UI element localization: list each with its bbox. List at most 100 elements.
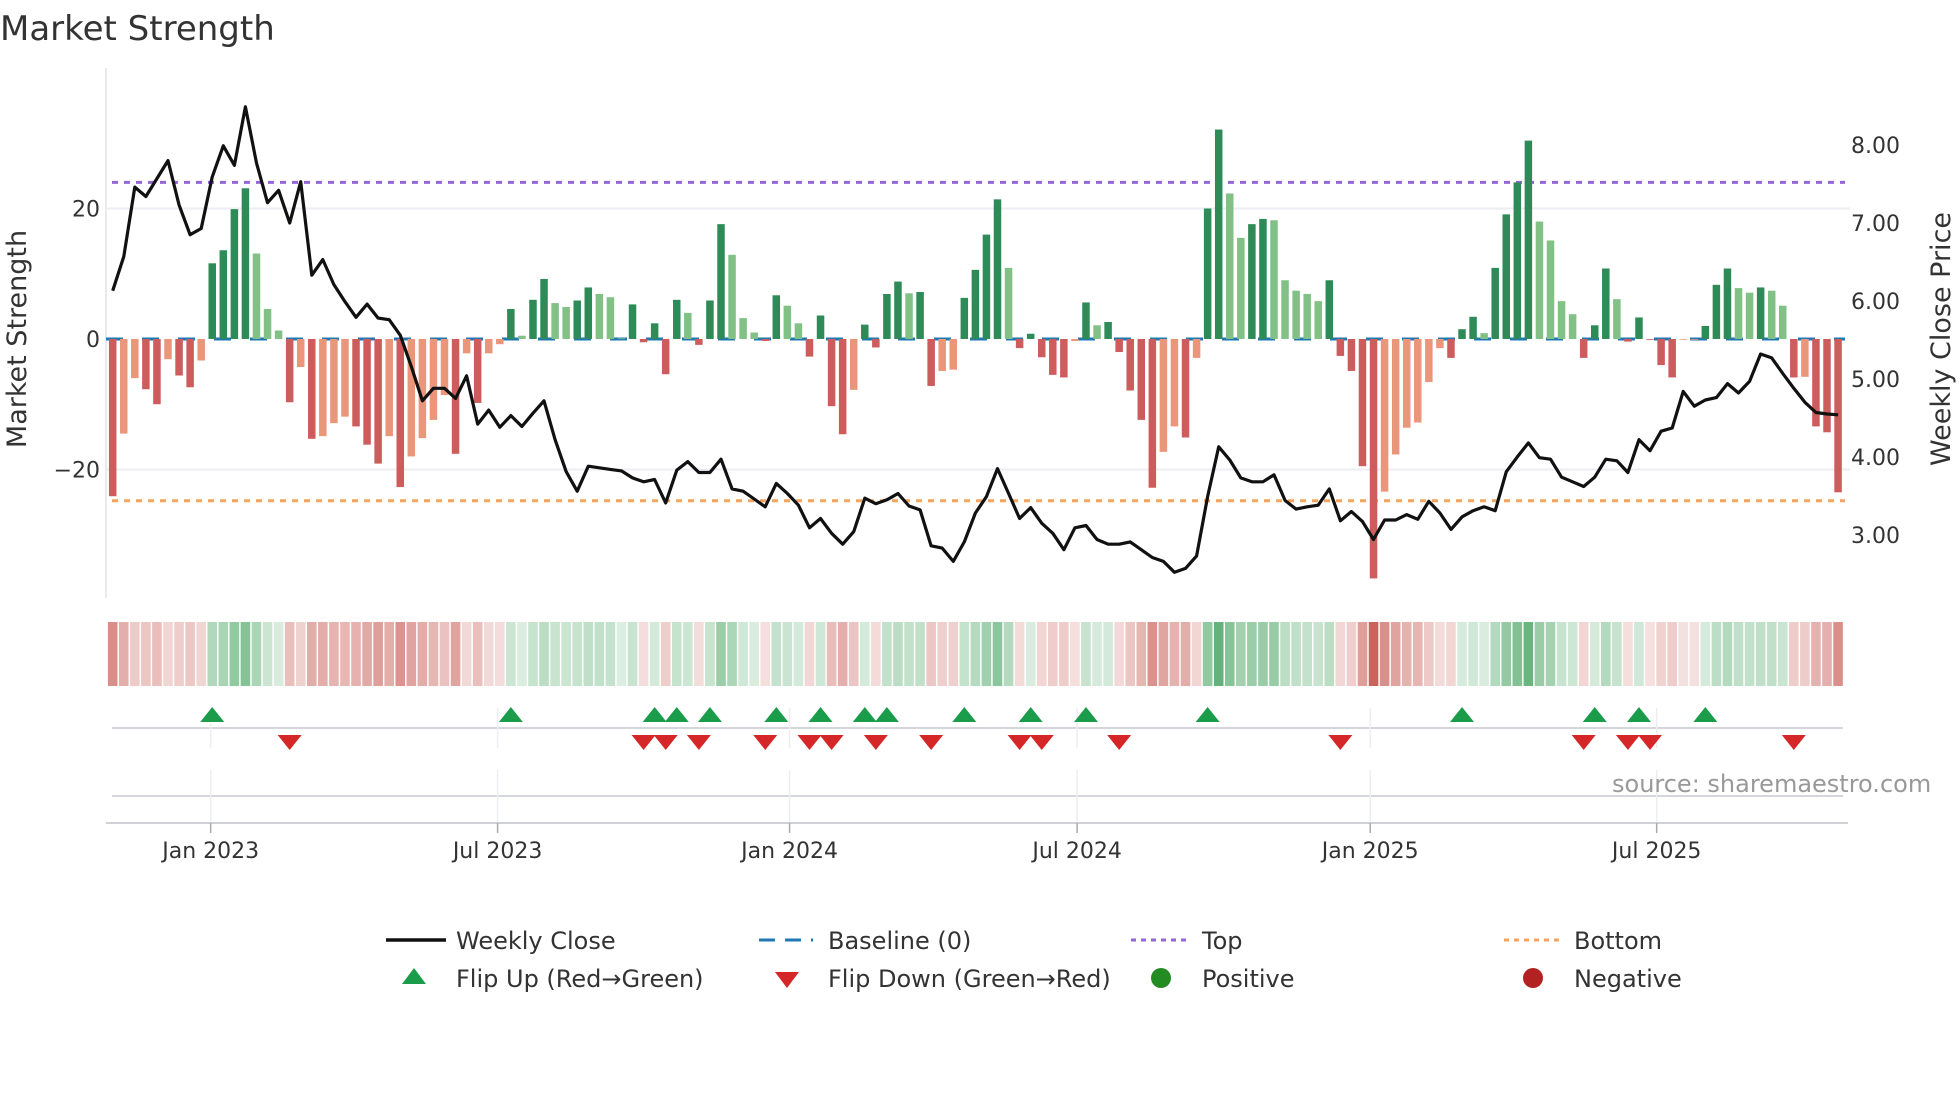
- bar-positive: [230, 209, 239, 339]
- bar-negative: [352, 338, 360, 427]
- bar-positive: [1270, 220, 1278, 339]
- heat-cell: [1777, 622, 1788, 686]
- heat-cell: [450, 622, 461, 686]
- bar-negative: [473, 338, 482, 403]
- heat-cell: [1180, 622, 1191, 686]
- heat-cell: [1280, 622, 1290, 686]
- heat-cell: [1556, 622, 1567, 686]
- heat-cell: [1291, 622, 1301, 686]
- bar-negative: [1380, 338, 1389, 492]
- heat-cell: [1755, 622, 1766, 686]
- bar-negative: [197, 338, 205, 361]
- heat-cell: [1689, 622, 1700, 686]
- flip-up-marker: [952, 707, 977, 722]
- heat-cell: [1224, 622, 1235, 686]
- bar-positive: [529, 299, 537, 339]
- bar-negative: [1447, 338, 1455, 358]
- heat-cell: [528, 622, 538, 686]
- bar-positive: [1259, 218, 1267, 339]
- flip-up-marker: [852, 707, 877, 722]
- x-tick-label: Jul 2024: [1030, 839, 1122, 864]
- bar-positive: [1303, 293, 1311, 339]
- bar-negative: [363, 338, 371, 445]
- heat-cell: [1512, 622, 1523, 686]
- bar-positive: [1701, 325, 1710, 339]
- heat-cell: [705, 622, 715, 686]
- heat-cell: [1003, 622, 1014, 686]
- bar-positive: [1502, 214, 1511, 339]
- bar-negative: [1181, 338, 1190, 438]
- heat-cell: [1567, 622, 1578, 686]
- bar-positive: [1004, 267, 1013, 339]
- heat-cell: [1645, 622, 1655, 686]
- heat-cell: [1346, 622, 1357, 686]
- heat-cell: [671, 622, 682, 686]
- flip-up-marker: [642, 707, 667, 722]
- source-caption: source: sharemaestro.com: [1612, 770, 1931, 798]
- heat-cell: [1401, 622, 1412, 686]
- bar-positive: [1635, 317, 1643, 339]
- flip-up-marker: [808, 707, 833, 722]
- heat-cell: [240, 622, 251, 686]
- flip-down-marker: [797, 735, 822, 750]
- heat-cell: [340, 622, 350, 686]
- heat-cell: [1634, 622, 1644, 686]
- bar-positive: [750, 332, 758, 339]
- bar-negative: [927, 338, 935, 386]
- heat-cell: [1125, 622, 1136, 686]
- bar-positive: [861, 324, 869, 339]
- heat-cell: [461, 622, 472, 686]
- chart-title: Market Strength: [0, 9, 275, 49]
- heat-cell: [174, 622, 184, 686]
- bar-positive: [1292, 290, 1300, 339]
- bar-positive: [794, 323, 803, 339]
- heat-cell: [1202, 622, 1213, 686]
- heat-cell: [959, 622, 970, 686]
- flip-down-marker: [1615, 735, 1640, 750]
- heat-cell: [1700, 622, 1711, 686]
- heat-cell: [1766, 622, 1777, 686]
- heat-cell: [1070, 622, 1080, 686]
- bar-negative: [1646, 338, 1654, 340]
- flip-up-marker: [1018, 707, 1043, 722]
- bar-negative: [1148, 338, 1157, 488]
- bar-negative: [496, 338, 504, 345]
- bar-positive: [717, 224, 725, 339]
- x-tick-label: Jul 2025: [1610, 839, 1702, 864]
- bar-negative: [661, 338, 670, 375]
- right-y-tick-label: 8.00: [1851, 134, 1900, 159]
- heat-cell: [904, 622, 914, 686]
- bar-positive: [219, 250, 228, 339]
- heat-cell: [1390, 622, 1401, 686]
- heat-cell: [439, 622, 450, 686]
- x-tick-label: Jan 2025: [1320, 839, 1419, 864]
- heat-cell: [837, 622, 848, 686]
- right-y-axis-label: Weekly Close Price: [1926, 212, 1957, 466]
- bar-negative: [1425, 338, 1433, 383]
- heat-cell: [1014, 622, 1025, 686]
- flip-up-marker: [498, 707, 523, 722]
- heat-cell: [1623, 622, 1633, 686]
- heat-cell: [1656, 622, 1666, 686]
- bar-negative: [164, 338, 172, 360]
- heat-cell: [1036, 622, 1047, 686]
- legend-negative-label: Negative: [1574, 965, 1682, 993]
- heat-cell: [1412, 622, 1423, 686]
- bar-positive: [1602, 268, 1610, 339]
- bar-negative: [186, 338, 194, 388]
- heat-cell: [196, 622, 206, 686]
- heat-cell: [937, 622, 947, 686]
- bar-negative: [440, 338, 449, 396]
- bar-negative: [330, 338, 338, 424]
- bar-positive: [816, 315, 825, 339]
- heat-cell: [107, 622, 118, 686]
- heat-cell: [483, 622, 494, 686]
- legend-positive-label: Positive: [1202, 965, 1295, 993]
- bar-negative: [1668, 338, 1676, 378]
- bar-negative: [153, 338, 161, 405]
- heat-cell: [1247, 622, 1257, 686]
- bar-positive: [595, 293, 604, 339]
- bar-positive: [1491, 267, 1499, 339]
- heat-cell: [1589, 622, 1600, 686]
- heat-cell: [539, 622, 549, 686]
